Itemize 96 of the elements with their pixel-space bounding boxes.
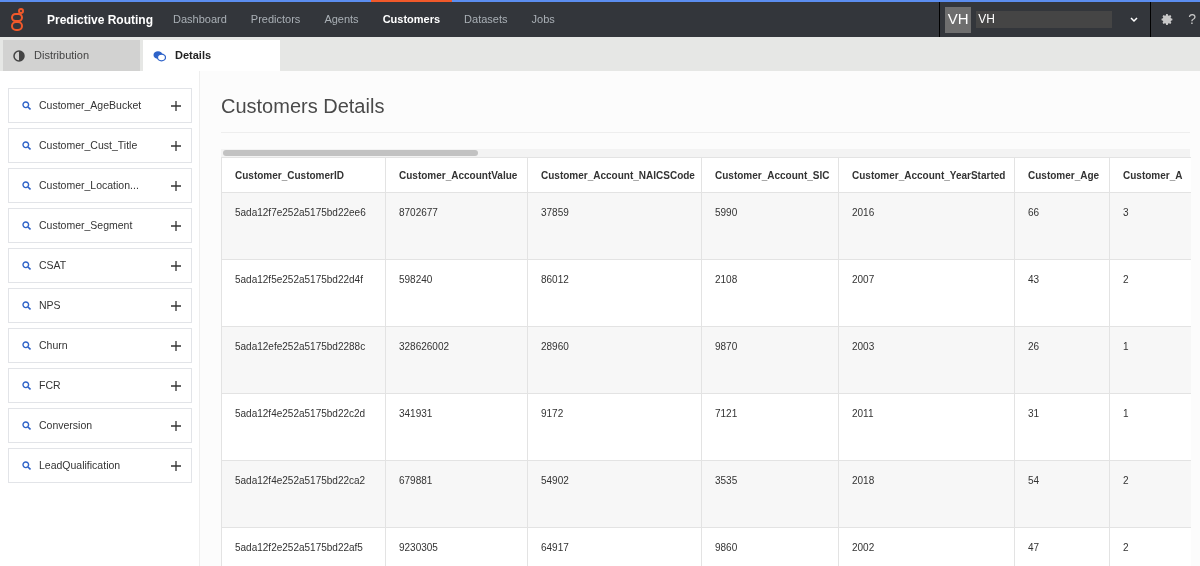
table-cell: 26 [1014,326,1110,394]
search-icon [22,261,31,270]
column-header: Customer_Account_SIC [701,157,839,193]
filter-item[interactable]: Conversion [8,408,192,443]
filter-item[interactable]: Customer_Cust_Title [8,128,192,163]
plus-icon[interactable] [171,420,181,431]
avatar: VH [945,6,972,33]
column-header: Customer_CustomerID [221,157,386,193]
plus-icon[interactable] [171,100,181,111]
column-header: Customer_Age [1014,157,1110,193]
plus-icon[interactable] [171,260,181,271]
table-cell: 9870 [701,326,839,394]
table-cell: 8702677 [385,192,528,260]
logo-icon [11,7,25,32]
search-icon [22,221,31,230]
table-cell: 5ada12f4e252a5175bd22ca2 [221,460,386,528]
filter-item[interactable]: LeadQualification [8,448,192,483]
help-icon[interactable]: ? [1188,9,1196,30]
table-cell: 5ada12f7e252a5175bd22ee6 [221,192,386,260]
page-title: Customers Details [221,94,386,119]
table-cell: 328626002 [385,326,528,394]
filter-item[interactable]: Customer_AgeBucket [8,88,192,123]
table-cell: 5ada12f4e252a5175bd22c2d [221,393,386,461]
filter-item[interactable]: CSAT [8,248,192,283]
table-cell: 66 [1014,192,1110,260]
table-cell: 2003 [838,326,1015,394]
scrollbar[interactable] [223,150,478,156]
filter-label: Churn [39,337,68,353]
table-cell: 5990 [701,192,839,260]
table-cell: 86012 [527,259,702,327]
filter-label: Customer_Cust_Title [39,137,138,153]
table-cell: 43 [1014,259,1110,327]
filter-label: Customer_Segment [39,217,133,233]
filter-label: Customer_AgeBucket [39,97,142,113]
user-field[interactable]: VH [976,11,1113,28]
search-icon [22,421,31,430]
table-cell: 28960 [527,326,702,394]
filter-label: FCR [39,377,61,393]
table-cell: 31 [1014,393,1110,461]
search-icon [22,341,31,350]
table-cell: 2108 [701,259,839,327]
table-cell: 54902 [527,460,702,528]
filter-label: CSAT [39,257,67,273]
table-cell: 2011 [838,393,1015,461]
filter-item[interactable]: NPS [8,288,192,323]
filter-item[interactable]: Customer_Segment [8,208,192,243]
search-icon [22,181,31,190]
filter-item[interactable]: FCR [8,368,192,403]
search-icon [22,461,31,470]
filter-label: NPS [39,297,61,313]
plus-icon[interactable] [171,140,181,151]
nav-link[interactable]: Predictors [238,2,313,37]
table-cell: 3535 [701,460,839,528]
half-circle-icon [13,49,25,62]
chevron-down-icon[interactable] [1130,16,1139,23]
table-cell: 37859 [527,192,702,260]
table-cell: 5ada12f5e252a5175bd22d4f [221,259,386,327]
tab[interactable]: Distribution [3,40,140,71]
column-header: Customer_Account_NAICSCode [527,157,702,193]
nav-link[interactable]: Dashboard [161,2,239,37]
column-header: Customer_AccountValue [385,157,528,193]
tab[interactable]: Details [143,40,280,71]
chat-bubbles-icon [153,49,166,62]
table-cell: 679881 [385,460,528,528]
table-cell: 2018 [838,460,1015,528]
plus-icon[interactable] [171,380,181,391]
filter-item[interactable]: Churn [8,328,192,363]
plus-icon[interactable] [171,340,181,351]
table-cell: 5ada12f2e252a5175bd22af5 [221,527,386,566]
table-cell: 341931 [385,393,528,461]
filter-item[interactable]: Customer_Location... [8,168,192,203]
filter-label: LeadQualification [39,457,121,473]
column-header: Customer_Account_YearStarted [838,157,1015,193]
nav-link[interactable]: Agents [312,2,371,37]
filter-label: Conversion [39,417,93,433]
settings-icon[interactable] [1161,13,1175,26]
search-icon [22,301,31,310]
plus-icon[interactable] [171,460,181,471]
search-icon [22,101,31,110]
plus-icon[interactable] [171,220,181,231]
table-cell: 2016 [838,192,1015,260]
table-cell: 598240 [385,259,528,327]
table-cell: 2007 [838,259,1015,327]
table-cell: 54 [1014,460,1110,528]
table-cell: 9172 [527,393,702,461]
column-header: Customer_A [1109,157,1191,193]
nav-link[interactable]: Datasets [452,2,520,37]
filter-label: Customer_Location... [39,177,139,193]
nav-link[interactable]: Jobs [519,2,567,37]
search-icon [22,141,31,150]
table-cell: 5ada12efe252a5175bd2288c [221,326,386,394]
app-title: Predictive Routing [47,11,153,29]
plus-icon[interactable] [171,300,181,311]
plus-icon[interactable] [171,180,181,191]
search-icon [22,381,31,390]
table-cell: 7121 [701,393,839,461]
